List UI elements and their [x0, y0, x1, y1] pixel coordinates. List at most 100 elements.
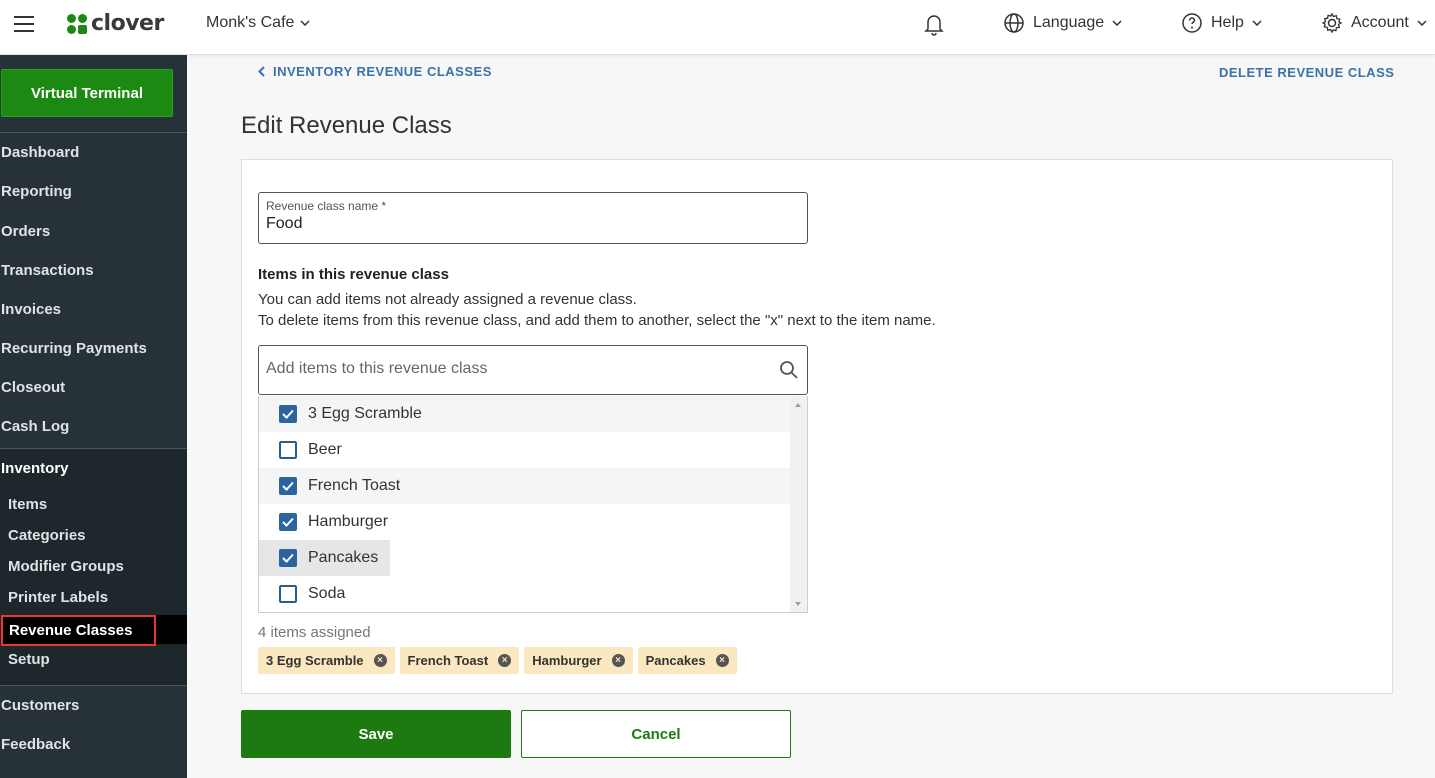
sidebar-item-inventory[interactable]: Inventory: [1, 460, 69, 477]
chevron-down-icon: [1112, 20, 1122, 26]
help-label: Help: [1211, 14, 1244, 31]
assigned-item-chip: 3 Egg Scramble ×: [258, 647, 395, 674]
list-item[interactable]: French Toast: [259, 468, 791, 504]
scroll-up-arrow-icon[interactable]: [795, 403, 801, 407]
merchant-name: Monk's Cafe: [206, 14, 295, 31]
list-scrollbar[interactable]: [790, 396, 807, 612]
search-icon[interactable]: [779, 360, 799, 380]
assigned-count: 4 items assigned: [258, 624, 371, 641]
back-to-revenue-classes-link[interactable]: INVENTORY REVENUE CLASSES: [258, 64, 492, 79]
sidebar-item-orders[interactable]: Orders: [1, 223, 50, 240]
list-item-label: Pancakes: [308, 549, 379, 566]
revenue-class-name-label: Revenue class name *: [266, 199, 387, 213]
sidebar-subitem-revenue-classes[interactable]: Revenue Classes: [1, 615, 156, 646]
list-item[interactable]: Soda: [259, 576, 791, 612]
list-item-label: 3 Egg Scramble: [308, 405, 422, 422]
checkbox-checked[interactable]: [279, 477, 297, 495]
save-button[interactable]: Save: [241, 710, 511, 758]
brand-name: clover: [91, 11, 164, 36]
items-dropdown-list: 3 Egg Scramble Beer French Toast Hamburg…: [258, 396, 808, 613]
list-item-label: French Toast: [308, 477, 401, 494]
clover-leaf-icon: [67, 13, 87, 34]
language-label: Language: [1033, 14, 1105, 31]
sidebar-item-customers[interactable]: Customers: [1, 697, 79, 714]
active-item-background: [155, 615, 187, 644]
sidebar-item-closeout[interactable]: Closeout: [1, 379, 65, 396]
sidebar-subitem-categories[interactable]: Categories: [8, 527, 86, 544]
sidebar-item-cash-log[interactable]: Cash Log: [1, 418, 69, 435]
sidebar-divider: [0, 685, 187, 686]
chip-label: French Toast: [407, 653, 489, 668]
account-menu[interactable]: Account: [1321, 12, 1427, 34]
assigned-item-chip: Pancakes ×: [637, 647, 737, 674]
sidebar-subitem-printer-labels[interactable]: Printer Labels: [8, 589, 108, 606]
list-item[interactable]: Hamburger: [259, 504, 791, 540]
list-item[interactable]: 3 Egg Scramble: [259, 396, 791, 432]
assigned-item-chip: French Toast ×: [399, 647, 520, 674]
checkbox-checked[interactable]: [279, 549, 297, 567]
chevron-down-icon: [300, 20, 310, 26]
page-title: Edit Revenue Class: [241, 112, 452, 139]
chip-label: 3 Egg Scramble: [266, 653, 364, 668]
check-icon: [282, 517, 294, 527]
items-section-heading: Items in this revenue class: [258, 266, 449, 283]
add-items-search-input[interactable]: [266, 360, 766, 378]
bell-icon: [924, 15, 944, 36]
sidebar-item-invoices[interactable]: Invoices: [1, 301, 61, 318]
check-icon: [282, 553, 294, 563]
assigned-item-chip: Hamburger ×: [524, 647, 633, 674]
clover-logo[interactable]: clover: [66, 11, 164, 36]
edit-form-card: Revenue class name * Items in this reven…: [241, 159, 1393, 694]
list-item-label: Soda: [308, 585, 346, 602]
remove-chip-icon[interactable]: ×: [373, 654, 387, 667]
language-menu[interactable]: Language: [1003, 12, 1122, 34]
help-menu[interactable]: Help: [1181, 12, 1262, 34]
sidebar-item-feedback[interactable]: Feedback: [1, 736, 70, 753]
globe-icon: [1004, 13, 1024, 33]
assigned-items-chips: 3 Egg Scramble × French Toast × Hamburge…: [258, 647, 737, 674]
check-icon: [282, 481, 294, 491]
checkbox-checked[interactable]: [279, 405, 297, 423]
sidebar-subitem-setup[interactable]: Setup: [8, 651, 50, 668]
virtual-terminal-button[interactable]: Virtual Terminal: [1, 69, 173, 117]
items-description-line1: You can add items not already assigned a…: [258, 291, 637, 308]
revenue-class-name-field[interactable]: Revenue class name *: [258, 192, 808, 244]
sidebar-item-recurring-payments[interactable]: Recurring Payments: [1, 340, 147, 357]
cancel-button[interactable]: Cancel: [521, 710, 791, 758]
chip-label: Pancakes: [645, 653, 706, 668]
merchant-selector[interactable]: Monk's Cafe: [206, 14, 310, 32]
sidebar-item-dashboard[interactable]: Dashboard: [1, 144, 79, 161]
notifications-button[interactable]: [923, 12, 945, 36]
question-circle-icon: [1182, 13, 1202, 33]
sidebar-subitem-items[interactable]: Items: [8, 496, 47, 513]
checkbox-checked[interactable]: [279, 513, 297, 531]
delete-revenue-class-link[interactable]: DELETE REVENUE CLASS: [1219, 65, 1394, 80]
chevron-down-icon: [1417, 20, 1427, 26]
sidebar-item-transactions[interactable]: Transactions: [1, 262, 94, 279]
remove-chip-icon[interactable]: ×: [715, 654, 729, 667]
account-label: Account: [1351, 14, 1409, 31]
sidebar-divider: [0, 132, 187, 133]
revenue-class-name-input[interactable]: [266, 215, 800, 233]
remove-chip-icon[interactable]: ×: [498, 654, 512, 667]
sidebar-item-reporting[interactable]: Reporting: [1, 183, 72, 200]
check-icon: [282, 409, 294, 419]
gear-icon: [1321, 12, 1343, 34]
list-item-label: Hamburger: [308, 513, 389, 530]
chevron-down-icon: [1252, 20, 1262, 26]
chevron-left-icon: [258, 66, 265, 77]
hamburger-menu-icon[interactable]: [14, 16, 34, 32]
items-description-line2: To delete items from this revenue class,…: [258, 312, 936, 329]
sidebar-subitem-modifier-groups[interactable]: Modifier Groups: [8, 558, 124, 575]
list-item[interactable]: Pancakes: [259, 540, 791, 576]
scroll-down-arrow-icon[interactable]: [795, 602, 801, 606]
top-bar: clover Monk's Cafe Language Help Account: [0, 0, 1435, 55]
list-item-label: Beer: [308, 441, 342, 458]
remove-chip-icon[interactable]: ×: [611, 654, 625, 667]
sidebar: Virtual Terminal Dashboard Reporting Ord…: [0, 55, 187, 778]
add-items-search: [258, 345, 808, 395]
checkbox-unchecked[interactable]: [279, 585, 297, 603]
checkbox-unchecked[interactable]: [279, 441, 297, 459]
list-item[interactable]: Beer: [259, 432, 791, 468]
chip-label: Hamburger: [532, 653, 602, 668]
